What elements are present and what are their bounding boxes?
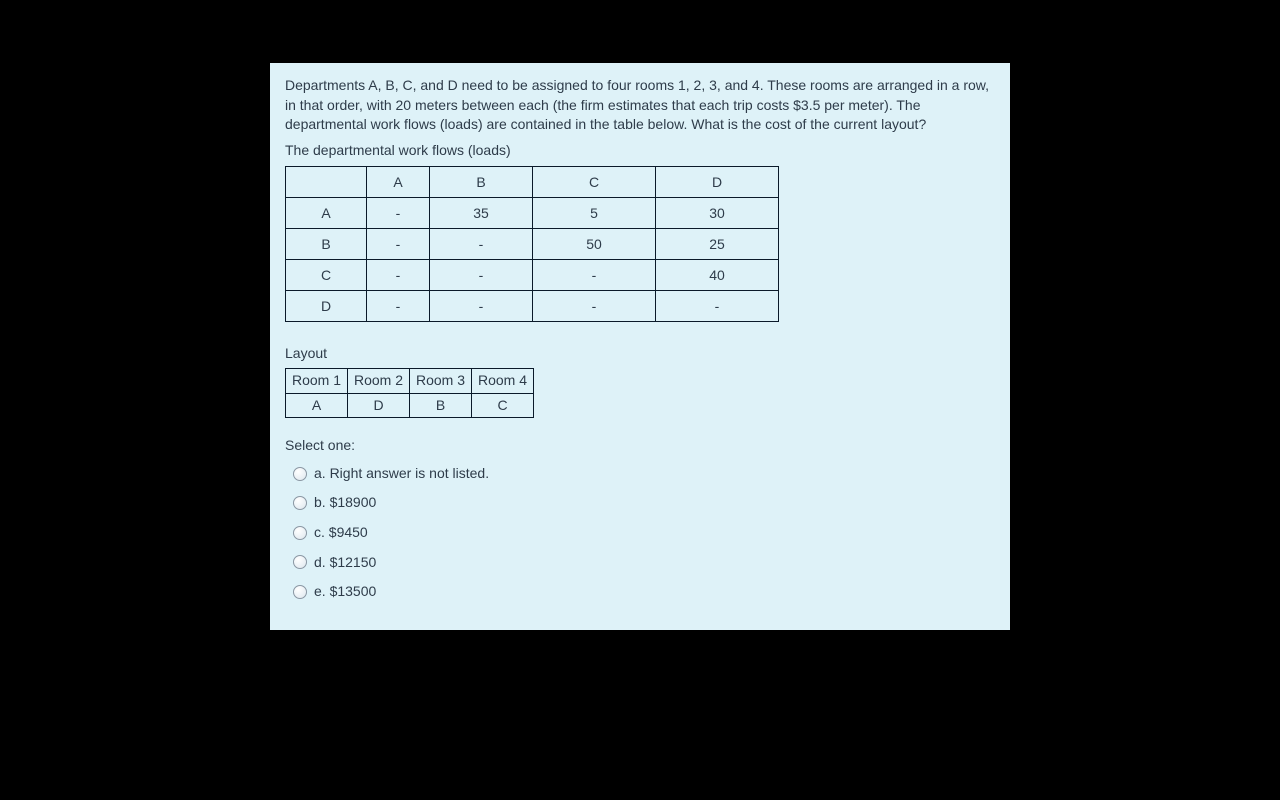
loads-cell: 5: [533, 198, 656, 229]
option-a[interactable]: a. Right answer is not listed.: [285, 464, 995, 484]
option-e[interactable]: e. $13500: [285, 582, 995, 602]
option-label: b. $18900: [314, 493, 376, 513]
layout-assign-1: A: [286, 393, 348, 418]
loads-cell: 25: [656, 229, 779, 260]
layout-assign-4: C: [472, 393, 534, 418]
loads-cell: -: [533, 291, 656, 322]
loads-header-D: D: [656, 167, 779, 198]
loads-cell: -: [430, 260, 533, 291]
radio-icon[interactable]: [293, 585, 307, 599]
layout-room-1: Room 1: [286, 368, 348, 393]
loads-cell: -: [656, 291, 779, 322]
option-c[interactable]: c. $9450: [285, 523, 995, 543]
layout-heading: Layout: [285, 344, 995, 364]
loads-rowhead-A: A: [286, 198, 367, 229]
question-card: Departments A, B, C, and D need to be as…: [270, 63, 1010, 630]
problem-text: Departments A, B, C, and D need to be as…: [285, 76, 995, 135]
loads-header-C: C: [533, 167, 656, 198]
loads-cell: -: [367, 198, 430, 229]
loads-header-B: B: [430, 167, 533, 198]
option-label: e. $13500: [314, 582, 376, 602]
option-d[interactable]: d. $12150: [285, 553, 995, 573]
radio-icon[interactable]: [293, 555, 307, 569]
loads-cell: 40: [656, 260, 779, 291]
loads-cell: -: [533, 260, 656, 291]
loads-cell: -: [430, 291, 533, 322]
loads-header-blank: [286, 167, 367, 198]
loads-cell: -: [367, 229, 430, 260]
option-b[interactable]: b. $18900: [285, 493, 995, 513]
loads-cell: 50: [533, 229, 656, 260]
loads-cell: 30: [656, 198, 779, 229]
option-label: d. $12150: [314, 553, 376, 573]
loads-rowhead-D: D: [286, 291, 367, 322]
loads-cell: 35: [430, 198, 533, 229]
loads-rowhead-B: B: [286, 229, 367, 260]
loads-cell: -: [430, 229, 533, 260]
loads-table: A B C D A - 35 5 30 B - - 50 25 C -: [285, 166, 779, 322]
question-body: Departments A, B, C, and D need to be as…: [270, 63, 1010, 630]
layout-room-4: Room 4: [472, 368, 534, 393]
answer-options: a. Right answer is not listed. b. $18900…: [285, 464, 995, 602]
layout-assign-3: B: [410, 393, 472, 418]
option-label: a. Right answer is not listed.: [314, 464, 489, 484]
select-one-label: Select one:: [285, 436, 995, 456]
option-label: c. $9450: [314, 523, 368, 543]
layout-room-3: Room 3: [410, 368, 472, 393]
layout-room-2: Room 2: [348, 368, 410, 393]
layout-assign-2: D: [348, 393, 410, 418]
loads-cell: -: [367, 260, 430, 291]
loads-rowhead-C: C: [286, 260, 367, 291]
loads-heading: The departmental work flows (loads): [285, 141, 995, 161]
radio-icon[interactable]: [293, 526, 307, 540]
radio-icon[interactable]: [293, 496, 307, 510]
loads-header-A: A: [367, 167, 430, 198]
layout-table: Room 1 Room 2 Room 3 Room 4 A D B C: [285, 368, 534, 418]
radio-icon[interactable]: [293, 467, 307, 481]
loads-cell: -: [367, 291, 430, 322]
